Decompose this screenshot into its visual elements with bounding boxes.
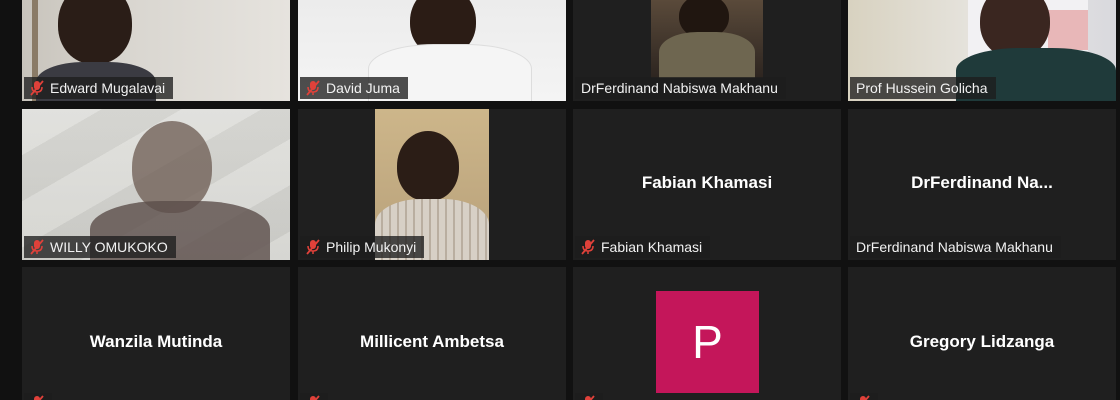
- participant-tile-1[interactable]: Edward Mugalavai: [22, 0, 290, 101]
- participant-name: Fabian Khamasi: [601, 239, 703, 255]
- mic-off-icon: [30, 239, 44, 255]
- participant-display-name: Fabian Khamasi: [641, 173, 773, 192]
- mic-off-icon: [306, 80, 320, 96]
- participant-name-tag: David Juma: [300, 77, 408, 99]
- participant-tile-5[interactable]: WILLY OMUKOKO: [22, 109, 290, 260]
- avatar: P: [656, 291, 759, 393]
- participant-name-tag-cut: [300, 393, 328, 400]
- participant-tile-9[interactable]: Wanzila Mutinda: [22, 267, 290, 400]
- participant-name-tag-cut: [850, 393, 878, 400]
- participant-display-name: DrFerdinand Na...: [911, 173, 1053, 192]
- participant-display-name: Wanzila Mutinda: [89, 332, 223, 351]
- participant-name: DrFerdinand Nabiswa Makhanu: [856, 239, 1053, 255]
- mic-off-icon: [581, 395, 595, 400]
- mic-off-icon: [306, 395, 320, 400]
- participant-display-name: Millicent Ambetsa: [360, 332, 504, 351]
- participant-name-tag: DrFerdinand Nabiswa Makhanu: [575, 77, 786, 99]
- participant-tile-6[interactable]: Philip Mukonyi: [298, 109, 566, 260]
- participant-tile-11[interactable]: P: [573, 267, 841, 400]
- participant-tile-4[interactable]: Prof Hussein Golicha: [848, 0, 1116, 101]
- video-meeting-grid: Edward Mugalavai David Juma DrFerdinand …: [0, 0, 1120, 400]
- participant-name: David Juma: [326, 80, 400, 96]
- participant-name: Philip Mukonyi: [326, 239, 417, 255]
- participant-name-tag-cut: [24, 393, 52, 400]
- mic-off-icon: [306, 239, 320, 255]
- participant-tile-2[interactable]: David Juma: [298, 0, 566, 101]
- participant-name: Prof Hussein Golicha: [856, 80, 988, 96]
- participant-tile-3[interactable]: DrFerdinand Nabiswa Makhanu: [573, 0, 841, 101]
- participant-tile-7[interactable]: Fabian Khamasi Fabian Khamasi: [573, 109, 841, 260]
- participant-name-tag: Edward Mugalavai: [24, 77, 174, 99]
- participant-name-tag-cut: [575, 393, 603, 400]
- participant-name: Edward Mugalavai: [50, 80, 166, 96]
- video-feed-3: [651, 0, 763, 78]
- participant-tile-8[interactable]: DrFerdinand Na... DrFerdinand Nabiswa Ma…: [848, 109, 1116, 260]
- participant-name-tag: Philip Mukonyi: [300, 236, 425, 258]
- participant-tile-12[interactable]: Gregory Lidzanga: [848, 267, 1116, 400]
- participant-name: WILLY OMUKOKO: [50, 239, 168, 255]
- participant-display-name: Gregory Lidzanga: [909, 332, 1055, 351]
- participant-name-tag: Fabian Khamasi: [575, 236, 711, 258]
- participant-name-tag: WILLY OMUKOKO: [24, 236, 176, 258]
- mic-off-icon: [856, 395, 870, 400]
- participant-name-tag: DrFerdinand Nabiswa Makhanu: [850, 236, 1061, 258]
- mic-off-icon: [30, 80, 44, 96]
- mic-off-icon: [581, 239, 595, 255]
- participant-tile-10[interactable]: Millicent Ambetsa: [298, 267, 566, 400]
- participant-name-tag: Prof Hussein Golicha: [850, 77, 996, 99]
- mic-off-icon: [30, 395, 44, 400]
- participant-name: DrFerdinand Nabiswa Makhanu: [581, 80, 778, 96]
